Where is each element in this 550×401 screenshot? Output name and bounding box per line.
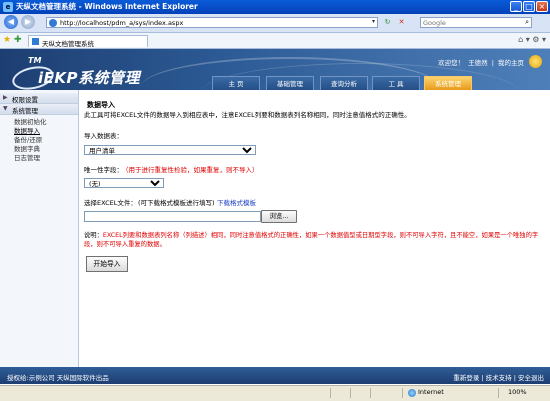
sidebar-group-label: 权限设置 xyxy=(12,96,38,104)
links-separator: | xyxy=(491,59,494,67)
browser-tools-icon[interactable]: ⌂ ▾ ⚙ ▾ xyxy=(518,35,546,44)
minimize-button[interactable]: _ xyxy=(510,1,522,12)
status-divider xyxy=(402,388,403,398)
status-divider xyxy=(350,388,351,398)
footer-links[interactable]: 重新登录 | 技术支持 | 安全退出 xyxy=(453,372,544,382)
collapse-arrow-icon: ▼ xyxy=(3,105,8,112)
search-icon[interactable]: ⌕ xyxy=(525,18,529,27)
main-content: 数据导入 此工具可将EXCEL文件的数据导入到相应表中，注意EXCEL列要和数据… xyxy=(79,90,550,367)
username: 王德然 xyxy=(468,59,488,67)
import-note: 说明：EXCEL列要和数据表列名称（列描述）相同，同时注意值格式的正确性，如果一… xyxy=(84,231,547,249)
sidebar-item-log-management[interactable]: 日志管理 xyxy=(14,152,40,162)
page-icon xyxy=(49,19,57,27)
user-avatar-icon[interactable] xyxy=(529,55,542,68)
search-input[interactable] xyxy=(421,18,520,27)
table-label: 导入数据表： xyxy=(84,132,123,140)
search-box[interactable]: ⌕ xyxy=(420,17,532,28)
back-icon[interactable]: ◀ xyxy=(4,15,18,29)
tab-tools[interactable]: 工 具 xyxy=(372,76,420,90)
status-divider xyxy=(330,388,331,398)
file-path-input[interactable] xyxy=(84,211,261,222)
browser-tab-title: 天纵文档管理系统 xyxy=(42,40,94,48)
address-dropdown-icon[interactable]: ▾ xyxy=(372,18,375,25)
browse-button[interactable]: 浏览... xyxy=(261,210,297,223)
address-bar[interactable]: http://localhost/pdm_a/sys/index.aspx ▾ xyxy=(46,17,378,28)
unique-field-label: 唯一性字段： xyxy=(84,166,123,174)
welcome-text: 欢迎您！ xyxy=(438,59,465,67)
footer-copyright: 授权给:示例公司 天纵国际软件出品 xyxy=(7,374,109,382)
logo-text: iEKP系统管理 xyxy=(38,69,141,87)
sidebar-group-label: 系统管理 xyxy=(12,107,38,115)
note-label: 说明： xyxy=(84,232,103,239)
sidebar-group-system[interactable]: ▼ 系统管理 xyxy=(0,104,78,115)
forward-icon[interactable]: ▶ xyxy=(21,15,35,29)
unique-field-hint: （用于进行重复性检验，如果重复，则不导入） xyxy=(122,166,259,174)
sidebar: ▶ 权限设置 ▼ 系统管理 数据初始化 数据导入 备份/还原 数据字典 日志管理 xyxy=(0,90,79,367)
file-label: 选择EXCEL文件： xyxy=(84,199,137,207)
tab-system-management[interactable]: 系统管理 xyxy=(424,76,472,90)
my-home-link[interactable]: 我的主页 xyxy=(498,59,524,67)
window-title-bar: e 天纵文档管理系统 - Windows Internet Explorer _… xyxy=(0,0,550,14)
maximize-button[interactable]: □ xyxy=(523,1,535,12)
refresh-icon[interactable]: ↻ xyxy=(382,17,393,28)
status-zone: Internet xyxy=(418,388,444,396)
file-hint: (可下载格式模板进行填写) xyxy=(138,199,215,207)
tab-query-analysis[interactable]: 查询分析 xyxy=(320,76,368,90)
logo-tm: TM xyxy=(28,56,42,65)
status-divider xyxy=(370,388,371,398)
add-favorite-icon[interactable]: ✚ xyxy=(14,35,22,45)
user-links: 欢迎您！ 王德然 | 我的主页 xyxy=(436,57,524,67)
tab-page-icon xyxy=(32,38,39,45)
app-footer: 授权给:示例公司 天纵国际软件出品 重新登录 | 技术支持 | 安全退出 xyxy=(0,367,550,384)
start-import-button[interactable]: 开始导入 xyxy=(86,256,128,272)
sidebar-group-permissions[interactable]: ▶ 权限设置 xyxy=(0,93,78,104)
app-header: TM iEKP系统管理 欢迎您！ 王德然 | 我的主页 主 页 基础管理 查询分… xyxy=(0,49,550,90)
tab-basic-management[interactable]: 基础管理 xyxy=(266,76,314,90)
browser-tab-bar: ★ ✚ 天纵文档管理系统 ⌂ ▾ ⚙ ▾ xyxy=(0,33,550,49)
close-button[interactable]: × xyxy=(536,1,548,12)
expand-arrow-icon: ▶ xyxy=(3,94,8,101)
browser-tab[interactable]: 天纵文档管理系统 xyxy=(28,35,148,48)
browser-nav-bar: ◀ ▶ http://localhost/pdm_a/sys/index.asp… xyxy=(0,14,550,33)
status-divider xyxy=(498,388,499,398)
favorites-star-icon[interactable]: ★ xyxy=(3,35,11,45)
browser-status-bar: Internet 100% xyxy=(0,385,550,401)
page-description: 此工具可将EXCEL文件的数据导入到相应表中，注意EXCEL列要和数据表列名称相… xyxy=(84,111,411,119)
tab-home[interactable]: 主 页 xyxy=(212,76,260,90)
download-template-link[interactable]: 下载格式模板 xyxy=(217,197,256,207)
app-icon: e xyxy=(3,2,13,12)
stop-icon[interactable]: ✕ xyxy=(396,17,407,28)
unique-field-select[interactable]: (无) xyxy=(84,178,164,188)
address-text: http://localhost/pdm_a/sys/index.aspx xyxy=(60,19,184,27)
table-select[interactable]: 用户清单 xyxy=(84,145,256,155)
window-title: 天纵文档管理系统 - Windows Internet Explorer xyxy=(16,2,198,11)
internet-zone-icon xyxy=(408,389,416,397)
note-text: EXCEL列要和数据表列名称（列描述）相同，同时注意值格式的正确性，如果一个数据… xyxy=(84,232,539,248)
zoom-level[interactable]: 100% xyxy=(508,388,527,396)
